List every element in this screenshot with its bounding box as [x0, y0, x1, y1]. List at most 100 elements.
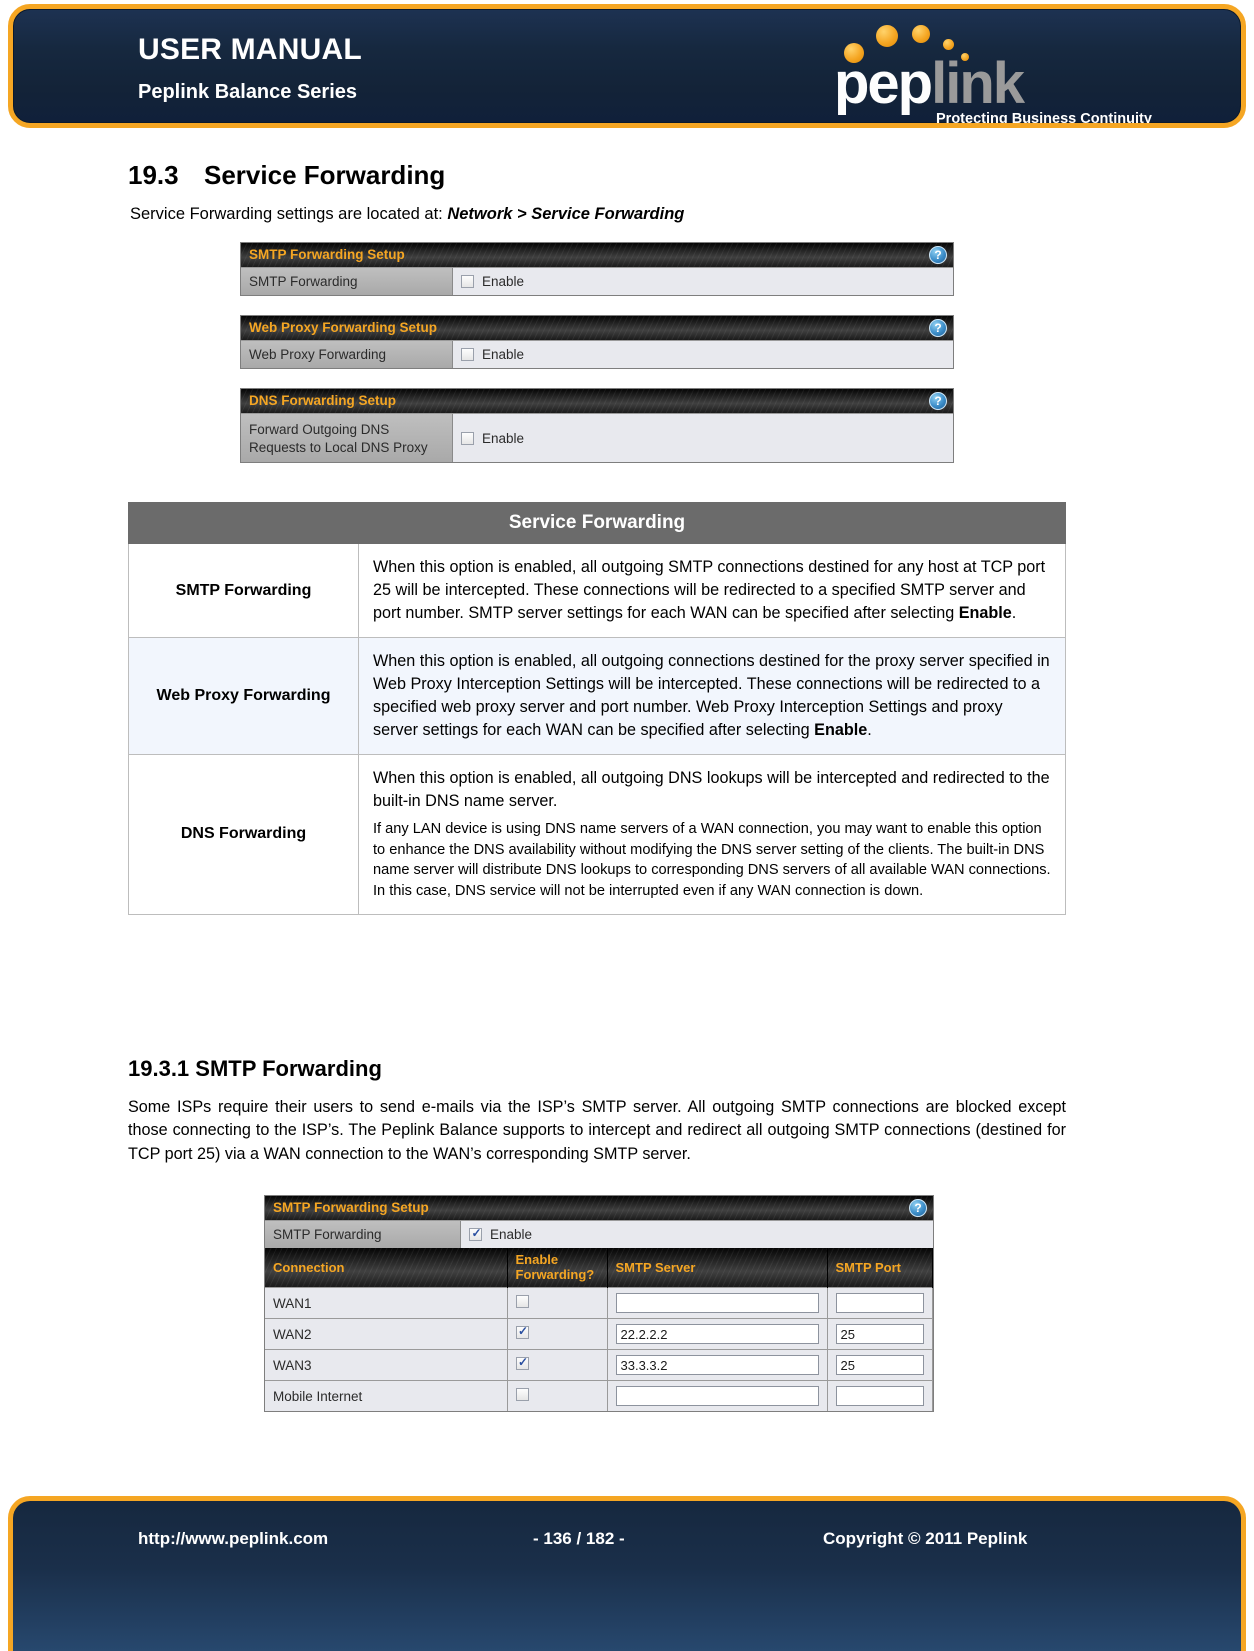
smtp-port-input[interactable]: 25	[835, 1355, 924, 1376]
help-icon[interactable]: ?	[929, 246, 947, 264]
smtp-forwarding-value: Enable	[461, 1221, 933, 1248]
manual-title: USER MANUAL	[138, 33, 362, 66]
panel-row: Forward Outgoing DNS Requests to Local D…	[241, 413, 953, 463]
service-forwarding-description-table: Service Forwarding SMTP Forwarding When …	[128, 502, 1066, 915]
term-smtp-forwarding: SMTP Forwarding	[128, 543, 359, 638]
cell-enable-forwarding	[507, 1349, 608, 1381]
web-proxy-forwarding-value: Enable	[453, 341, 953, 368]
intro-prefix-text: Service Forwarding settings are located …	[130, 205, 448, 223]
dns-forwarding-enable-checkbox[interactable]	[461, 431, 474, 445]
page-footer-banner: http://www.peplink.com - 136 / 182 - Cop…	[8, 1496, 1246, 1651]
section-intro: Service Forwarding settings are located …	[130, 205, 684, 224]
table-row: WAN3 33.3.3.2 25	[265, 1349, 933, 1381]
table-row: SMTP Forwarding When this option is enab…	[128, 543, 1066, 638]
footer-website-url[interactable]: http://www.peplink.com	[138, 1529, 328, 1549]
logo-wordmark: peplink	[834, 55, 1025, 113]
section-number: 19.3	[128, 160, 179, 190]
panel-title: Web Proxy Forwarding Setup	[249, 320, 438, 335]
panel-row: Web Proxy Forwarding Enable	[241, 340, 953, 368]
definition-text: When this option is enabled, all outgoin…	[373, 558, 1046, 622]
table-head: Connection Enable Forwarding? SMTP Serve…	[265, 1248, 933, 1288]
row-enable-checkbox[interactable]	[515, 1295, 529, 1309]
section-heading: 19.3 Service Forwarding	[128, 160, 445, 191]
footer-page-number: - 136 / 182 -	[533, 1529, 625, 1548]
panel-header: Web Proxy Forwarding Setup ?	[241, 316, 953, 340]
cell-connection: WAN3	[265, 1349, 508, 1381]
panel-title: DNS Forwarding Setup	[249, 393, 397, 408]
enable-label: Enable	[482, 274, 525, 289]
cell-smtp-port	[827, 1287, 933, 1319]
page-header-banner: USER MANUAL Peplink Balance Series pepli…	[8, 4, 1246, 128]
logo-dot-3-icon	[912, 25, 930, 43]
definition-paragraph-1: When this option is enabled, all outgoin…	[373, 769, 1050, 810]
column-header-smtp-port: SMTP Port	[827, 1248, 933, 1288]
cell-enable-forwarding	[507, 1318, 608, 1350]
column-header-enable-line2: Forwarding?	[515, 1266, 595, 1282]
table-caption: Service Forwarding	[128, 502, 1066, 544]
row-enable-checkbox[interactable]	[515, 1355, 530, 1371]
cell-smtp-server: 33.3.3.2	[607, 1349, 828, 1381]
web-proxy-forwarding-setup-panel: Web Proxy Forwarding Setup ? Web Proxy F…	[240, 315, 954, 369]
help-icon[interactable]: ?	[909, 1199, 927, 1217]
help-icon[interactable]: ?	[929, 319, 947, 337]
smtp-forwarding-detail-panel: SMTP Forwarding Setup ? SMTP Forwarding …	[264, 1195, 934, 1413]
footer-copyright: Copyright © 2011 Peplink	[823, 1529, 1028, 1548]
definition-dns-forwarding: When this option is enabled, all outgoin…	[358, 754, 1066, 915]
logo-word-pep: pep	[834, 51, 933, 116]
cell-smtp-server	[607, 1287, 828, 1319]
cell-smtp-server	[607, 1380, 828, 1412]
smtp-port-input[interactable]	[835, 1293, 924, 1314]
dns-forwarding-label-line1: Forward Outgoing DNS	[249, 422, 390, 437]
term-web-proxy-forwarding: Web Proxy Forwarding	[128, 637, 359, 755]
smtp-port-input[interactable]: 25	[835, 1324, 924, 1345]
table-row: WAN1	[265, 1287, 933, 1319]
definition-web-proxy-forwarding: When this option is enabled, all outgoin…	[358, 637, 1066, 755]
table-row: Mobile Internet	[265, 1380, 933, 1412]
section-title: Service Forwarding	[204, 160, 446, 190]
smtp-port-input[interactable]	[835, 1386, 924, 1407]
peplink-logo: peplink Protecting Business Continuity	[816, 17, 1152, 123]
manual-page: USER MANUAL Peplink Balance Series pepli…	[0, 0, 1254, 1651]
help-icon[interactable]: ?	[929, 392, 947, 410]
web-proxy-forwarding-enable-checkbox[interactable]	[461, 348, 474, 361]
dns-forwarding-value: Enable	[453, 414, 953, 463]
smtp-forwarding-table: Connection Enable Forwarding? SMTP Serve…	[265, 1248, 933, 1412]
subsection-paragraph: Some ISPs require their users to send e-…	[128, 1098, 1066, 1163]
smtp-server-input[interactable]	[615, 1293, 819, 1314]
product-series-subtitle: Peplink Balance Series	[138, 81, 358, 103]
smtp-forwarding-label: SMTP Forwarding	[265, 1221, 461, 1248]
subsection-heading: 19.3.1 SMTP Forwarding	[128, 1056, 382, 1081]
definition-period: .	[1011, 604, 1017, 622]
definition-paragraph-2: If any LAN device is using DNS name serv…	[373, 821, 1051, 900]
definition-bold-enable: Enable	[958, 604, 1012, 622]
table-row: Web Proxy Forwarding When this option is…	[128, 637, 1066, 755]
column-header-smtp-server: SMTP Server	[607, 1248, 828, 1288]
cell-enable-forwarding	[507, 1287, 608, 1319]
column-header-connection: Connection	[265, 1248, 508, 1288]
enable-label: Enable	[482, 430, 525, 446]
smtp-forwarding-enable-checkbox[interactable]	[461, 275, 474, 288]
panel-row: SMTP Forwarding Enable	[265, 1220, 933, 1248]
cell-smtp-port: 25	[827, 1349, 933, 1381]
enable-label: Enable	[482, 347, 525, 362]
logo-word-link: link	[931, 51, 1025, 116]
table-caption-row: Service Forwarding	[128, 502, 1066, 544]
column-header-enable-forwarding: Enable Forwarding?	[507, 1248, 608, 1288]
smtp-forwarding-value: Enable	[453, 268, 953, 295]
panel-header: SMTP Forwarding Setup ?	[241, 243, 953, 267]
smtp-server-input[interactable]: 22.2.2.2	[615, 1324, 819, 1345]
panel-header: DNS Forwarding Setup ?	[241, 389, 953, 413]
panel-title: SMTP Forwarding Setup	[273, 1200, 429, 1215]
smtp-server-input[interactable]: 33.3.3.2	[615, 1355, 819, 1376]
smtp-forwarding-enable-checkbox[interactable]	[469, 1226, 483, 1241]
smtp-server-input[interactable]	[615, 1386, 819, 1407]
cell-smtp-port: 25	[827, 1318, 933, 1350]
web-proxy-forwarding-label: Web Proxy Forwarding	[241, 341, 453, 368]
definition-text: When this option is enabled, all outgoin…	[373, 652, 1050, 739]
dns-forwarding-setup-panel: DNS Forwarding Setup ? Forward Outgoing …	[240, 388, 954, 464]
enable-label: Enable	[490, 1227, 533, 1242]
cell-enable-forwarding	[507, 1380, 608, 1412]
table-body: WAN1 WAN2 22.2.2.2 25 WAN3 33.3.3.2 25	[265, 1287, 933, 1412]
row-enable-checkbox[interactable]	[515, 1324, 530, 1340]
row-enable-checkbox[interactable]	[515, 1388, 529, 1402]
